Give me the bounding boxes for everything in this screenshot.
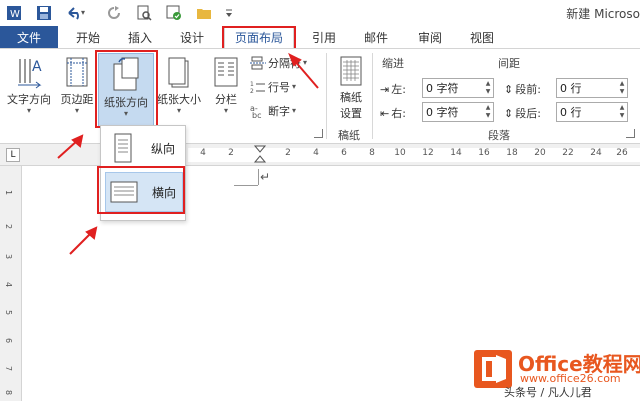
arrow-to-landscape — [69, 231, 93, 255]
arrowhead-icon — [288, 52, 302, 67]
arrow-to-tab — [293, 59, 319, 89]
watermark: Office教程网 www.office26.com 头条号 / 凡人儿君 — [474, 346, 640, 401]
annotation-arrows — [57, 52, 319, 255]
watermark-sub: 头条号 / 凡人儿君 — [504, 386, 592, 399]
word-window: W ▾ 新建 Microso 文件 开始 插入 设计 页面布局 引用 邮件 审阅… — [0, 0, 640, 401]
office-logo-icon — [474, 350, 512, 388]
